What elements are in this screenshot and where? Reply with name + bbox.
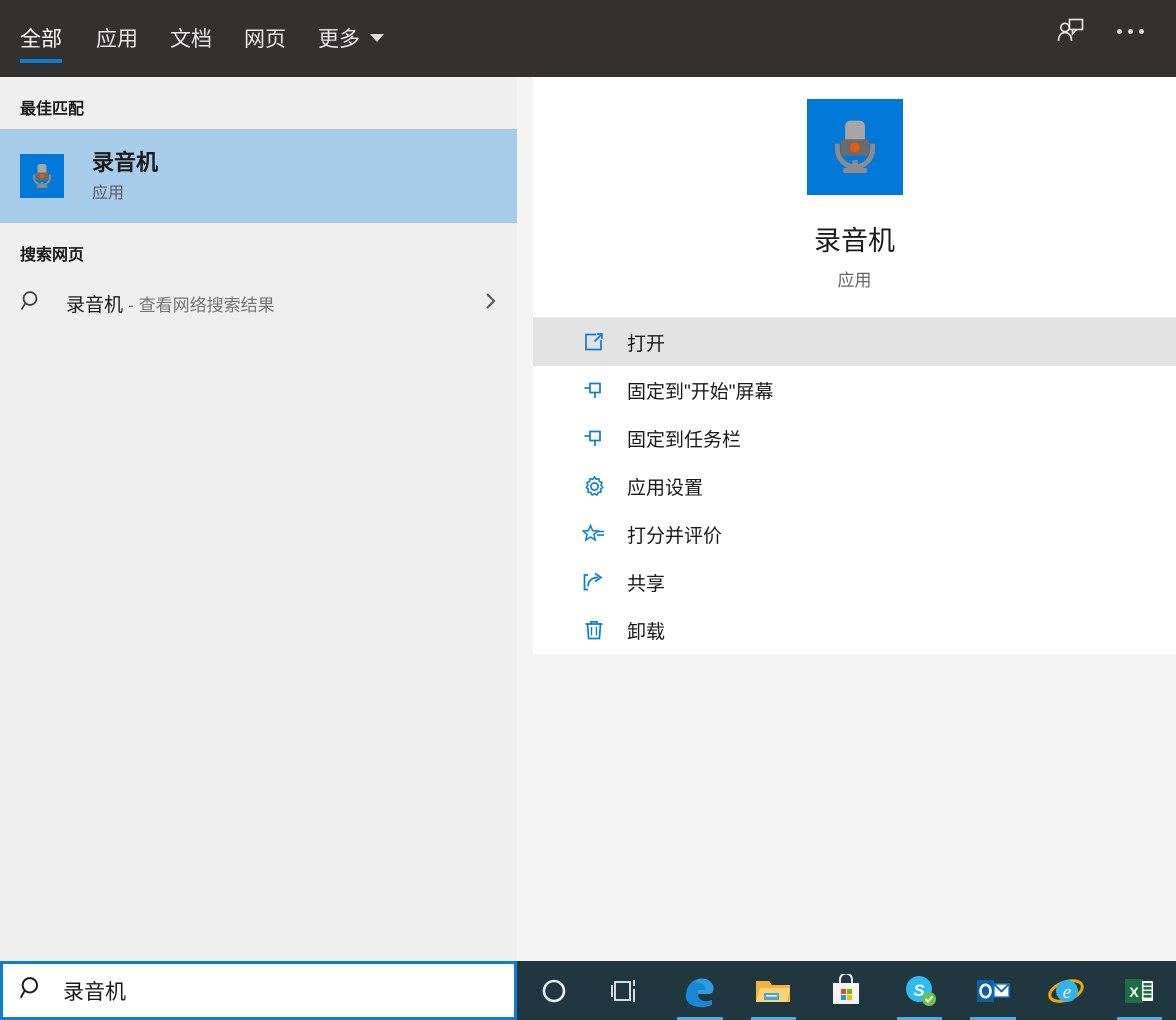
tab-apps[interactable]: 应用 <box>80 0 154 77</box>
tab-all-label: 全部 <box>20 23 62 53</box>
best-match-subtitle: 应用 <box>92 179 158 203</box>
share-icon <box>581 569 607 595</box>
tab-documents[interactable]: 文档 <box>154 0 228 77</box>
tab-more[interactable]: 更多 <box>302 0 400 77</box>
best-match-name: 录音机 <box>92 149 158 177</box>
file-explorer-icon[interactable] <box>737 961 810 1020</box>
best-match-text: 录音机 应用 <box>92 149 158 204</box>
web-search-heading: 搜索网页 <box>0 223 517 275</box>
tab-all[interactable]: 全部 <box>20 0 80 77</box>
star-rate-icon <box>581 521 607 547</box>
open-external-icon <box>581 329 607 355</box>
action-open[interactable]: 打开 <box>533 318 1176 366</box>
action-uninstall[interactable]: 卸载 <box>533 606 1176 654</box>
edge-icon[interactable] <box>663 961 736 1020</box>
search-icon <box>19 975 45 1006</box>
action-uninstall-label: 卸载 <box>627 617 665 644</box>
panel-gutter <box>517 77 533 961</box>
pin-icon <box>581 377 607 403</box>
app-detail-card: 录音机 应用 <box>533 77 1176 317</box>
action-rate-and-review-label: 打分并评价 <box>627 521 722 548</box>
internet-explorer-icon[interactable]: e <box>1030 961 1103 1020</box>
web-search-result[interactable]: 录音机 - 查看网络搜索结果 <box>0 275 517 331</box>
header-actions <box>1048 11 1176 77</box>
trash-icon <box>581 617 607 643</box>
cortana-icon[interactable] <box>517 961 590 1020</box>
microsoft-store-icon[interactable] <box>810 961 883 1020</box>
chevron-down-icon <box>370 34 384 42</box>
app-detail-panel: 录音机 应用 打开 <box>533 77 1176 961</box>
web-search-suffix: - 查看网络搜索结果 <box>128 296 274 315</box>
app-detail-name: 录音机 <box>533 219 1176 258</box>
action-app-settings-label: 应用设置 <box>627 473 703 500</box>
action-share-label: 共享 <box>627 569 665 596</box>
best-match-heading: 最佳匹配 <box>0 77 517 129</box>
app-detail-subtitle: 应用 <box>533 266 1176 317</box>
person-feedback-icon[interactable] <box>1048 11 1092 51</box>
action-pin-to-taskbar[interactable]: 固定到任务栏 <box>533 414 1176 462</box>
ellipsis-icon[interactable] <box>1108 11 1152 51</box>
excel-icon[interactable]: X <box>1103 961 1176 1020</box>
action-open-label: 打开 <box>627 329 665 356</box>
action-pin-to-start[interactable]: 固定到"开始"屏幕 <box>533 366 1176 414</box>
tab-documents-label: 文档 <box>170 23 212 53</box>
tab-active-underline <box>20 59 62 63</box>
action-pin-to-start-label: 固定到"开始"屏幕 <box>627 377 774 404</box>
action-rate-and-review[interactable]: 打分并评价 <box>533 510 1176 558</box>
results-list-panel: 最佳匹配 录音机 应用 搜索网页 <box>0 77 517 961</box>
action-share[interactable]: 共享 <box>533 558 1176 606</box>
action-app-settings[interactable]: 应用设置 <box>533 462 1176 510</box>
svg-text:e: e <box>1063 982 1071 1003</box>
search-input-value: 录音机 <box>63 976 126 1006</box>
svg-text:X: X <box>1130 984 1140 1000</box>
pin-icon <box>581 425 607 451</box>
tab-apps-label: 应用 <box>96 23 138 53</box>
voice-recorder-icon <box>20 154 64 198</box>
ellipsis-dots <box>1117 29 1144 34</box>
search-filter-tabs: 全部 应用 文档 网页 更多 <box>0 0 400 77</box>
taskbar: S e X <box>517 961 1176 1020</box>
search-flyout: 全部 应用 文档 网页 更多 <box>0 0 1176 1020</box>
gear-icon <box>581 473 607 499</box>
web-search-label: 录音机 - 查看网络搜索结果 <box>66 290 275 317</box>
tab-web-label: 网页 <box>244 23 286 53</box>
tab-web[interactable]: 网页 <box>228 0 302 77</box>
app-action-list: 打开 固定到"开始"屏幕 <box>533 318 1176 654</box>
best-match-result[interactable]: 录音机 应用 <box>0 129 517 223</box>
search-icon <box>20 289 44 318</box>
tab-more-label: 更多 <box>318 23 360 53</box>
outlook-icon[interactable] <box>956 961 1029 1020</box>
chevron-right-icon <box>483 290 499 317</box>
voice-recorder-icon <box>807 99 903 195</box>
task-view-icon[interactable] <box>590 961 663 1020</box>
action-pin-to-taskbar-label: 固定到任务栏 <box>627 425 741 452</box>
skype-icon[interactable]: S <box>883 961 956 1020</box>
search-input[interactable]: 录音机 <box>0 961 517 1020</box>
web-search-query: 录音机 <box>66 295 123 316</box>
search-header: 全部 应用 文档 网页 更多 <box>0 0 1176 77</box>
